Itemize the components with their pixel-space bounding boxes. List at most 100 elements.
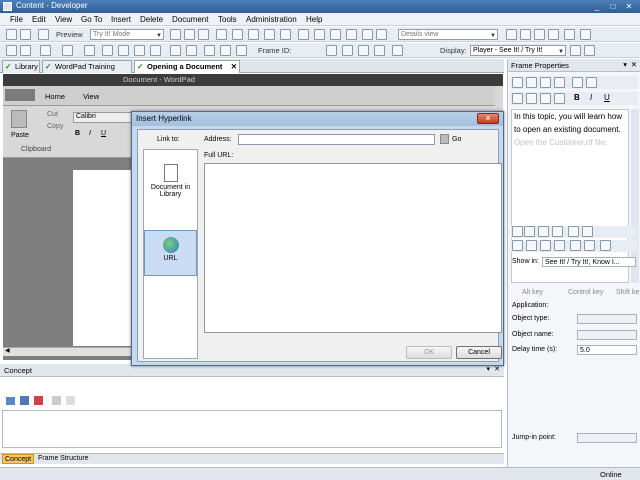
close-tab-icon[interactable]: ✕ xyxy=(231,61,237,73)
shift-key-checkbox[interactable]: Shift ke xyxy=(616,289,639,296)
alt-key-checkbox[interactable]: Alt key xyxy=(522,289,543,296)
delete-icon[interactable] xyxy=(232,29,243,40)
decision-icon[interactable] xyxy=(102,45,113,56)
delete-icon[interactable] xyxy=(34,396,43,405)
outline-icon[interactable] xyxy=(330,29,341,40)
action-1-icon[interactable] xyxy=(512,226,523,237)
layout-4-icon[interactable] xyxy=(548,29,559,40)
align-right-icon[interactable] xyxy=(540,93,551,104)
first-frame-icon[interactable] xyxy=(326,45,337,56)
bubble-icon[interactable] xyxy=(512,77,523,88)
layout-1-icon[interactable] xyxy=(506,29,517,40)
cut-icon[interactable] xyxy=(38,29,49,40)
link-icon[interactable] xyxy=(264,29,275,40)
help-icon[interactable] xyxy=(376,29,387,40)
frame-add-icon[interactable] xyxy=(134,45,145,56)
wordpad-menu-button[interactable] xyxy=(5,89,35,101)
maximize-button[interactable]: □ xyxy=(606,1,620,12)
action-5-icon[interactable] xyxy=(568,226,579,237)
open-folder-icon[interactable] xyxy=(6,29,17,40)
menu-file[interactable]: File xyxy=(10,15,23,24)
italic-icon[interactable]: I xyxy=(590,93,592,102)
paste-icon[interactable] xyxy=(570,240,581,251)
underline-icon[interactable]: U xyxy=(604,93,610,102)
copy-icon[interactable] xyxy=(554,240,565,251)
menu-delete[interactable]: Delete xyxy=(140,15,163,24)
frame-screen-icon[interactable] xyxy=(220,45,231,56)
pin-icon[interactable]: ▾ xyxy=(486,365,490,373)
action-2-icon[interactable] xyxy=(524,226,535,237)
delete-icon[interactable] xyxy=(554,77,565,88)
preview-button[interactable]: Preview xyxy=(56,30,83,39)
show-in-combo[interactable]: See It! / Try It!, Know I... xyxy=(542,257,636,267)
frame-paste-icon[interactable] xyxy=(186,45,197,56)
close-icon[interactable]: ✕ xyxy=(631,60,637,69)
move-down-icon[interactable] xyxy=(540,240,551,251)
last-frame-icon[interactable] xyxy=(374,45,385,56)
link-option-url[interactable]: URL xyxy=(144,230,197,276)
properties-icon[interactable] xyxy=(66,396,75,405)
address-input[interactable] xyxy=(238,134,435,145)
dialog-close-button[interactable]: ✕ xyxy=(477,113,499,124)
spell-check-icon[interactable] xyxy=(346,29,357,40)
layout-6-icon[interactable] xyxy=(580,29,591,40)
menu-administration[interactable]: Administration xyxy=(246,15,297,24)
undo-icon[interactable] xyxy=(216,29,227,40)
copy-icon[interactable] xyxy=(540,77,551,88)
frame-link-icon[interactable] xyxy=(236,45,247,56)
publish-icon[interactable] xyxy=(362,29,373,40)
menu-document[interactable]: Document xyxy=(172,15,208,24)
add-frame-icon[interactable] xyxy=(40,45,51,56)
delay-time-field[interactable]: 5.0 xyxy=(577,345,637,355)
play-icon[interactable] xyxy=(392,45,403,56)
align-left-icon[interactable] xyxy=(512,93,523,104)
tab-opening-a-document[interactable]: ✓ Opening a Document ✕ xyxy=(134,60,240,73)
go-button[interactable]: Go xyxy=(452,136,461,143)
fill-color-icon[interactable] xyxy=(586,77,597,88)
bubble-icon[interactable] xyxy=(62,45,73,56)
move-up-icon[interactable] xyxy=(526,240,537,251)
ok-button[interactable]: OK xyxy=(406,346,452,359)
frame-image-icon[interactable] xyxy=(204,45,215,56)
check-icon[interactable] xyxy=(512,240,523,251)
layout-5-icon[interactable] xyxy=(564,29,575,40)
move-up-icon[interactable] xyxy=(298,29,309,40)
tab-concept[interactable]: Concept xyxy=(2,454,35,464)
delete-icon[interactable] xyxy=(584,240,595,251)
menu-insert[interactable]: Insert xyxy=(111,15,131,24)
record-icon[interactable] xyxy=(170,29,181,40)
go-arrow-icon[interactable] xyxy=(440,134,449,144)
menu-tools[interactable]: Tools xyxy=(218,15,237,24)
font-combo[interactable]: Calibri xyxy=(73,112,133,123)
mode-combo[interactable]: Try It! Mode ▼ xyxy=(90,29,164,40)
cancel-button[interactable]: Cancel xyxy=(456,346,502,359)
view-combo[interactable]: Details view ▼ xyxy=(398,29,498,40)
display-combo[interactable]: Player - See It! / Try It! ▼ xyxy=(470,45,566,56)
action-4-icon[interactable] xyxy=(552,226,563,237)
edit-icon[interactable] xyxy=(52,396,61,405)
save-icon[interactable] xyxy=(20,396,29,405)
prev-frame-icon[interactable] xyxy=(342,45,353,56)
bold-icon[interactable]: B xyxy=(75,130,80,137)
bold-icon[interactable]: B xyxy=(574,93,580,102)
menu-view[interactable]: View xyxy=(55,15,72,24)
link-option-document[interactable]: Document in Library xyxy=(144,160,197,220)
search-icon[interactable] xyxy=(280,29,291,40)
next-frame-icon[interactable] xyxy=(358,45,369,56)
tab-wordpad-training[interactable]: ✓ WordPad Training xyxy=(42,60,132,73)
frame-copy-icon[interactable] xyxy=(170,45,181,56)
wordpad-tab-home[interactable]: Home xyxy=(45,92,65,101)
paste-icon[interactable] xyxy=(11,110,27,128)
view-toggle-1-icon[interactable] xyxy=(570,45,581,56)
close-icon[interactable]: ✕ xyxy=(494,365,500,373)
link-icon[interactable] xyxy=(6,397,15,405)
justify-icon[interactable] xyxy=(554,93,565,104)
pin-icon[interactable]: ▾ xyxy=(623,60,627,69)
tab-frame-structure[interactable]: Frame Structure xyxy=(36,454,91,464)
layout-3-icon[interactable] xyxy=(534,29,545,40)
italic-icon[interactable]: I xyxy=(89,130,91,137)
tab-library[interactable]: ✓ Library xyxy=(2,60,40,73)
view-toggle-2-icon[interactable] xyxy=(584,45,595,56)
save-icon[interactable] xyxy=(20,29,31,40)
help-icon[interactable] xyxy=(600,240,611,251)
